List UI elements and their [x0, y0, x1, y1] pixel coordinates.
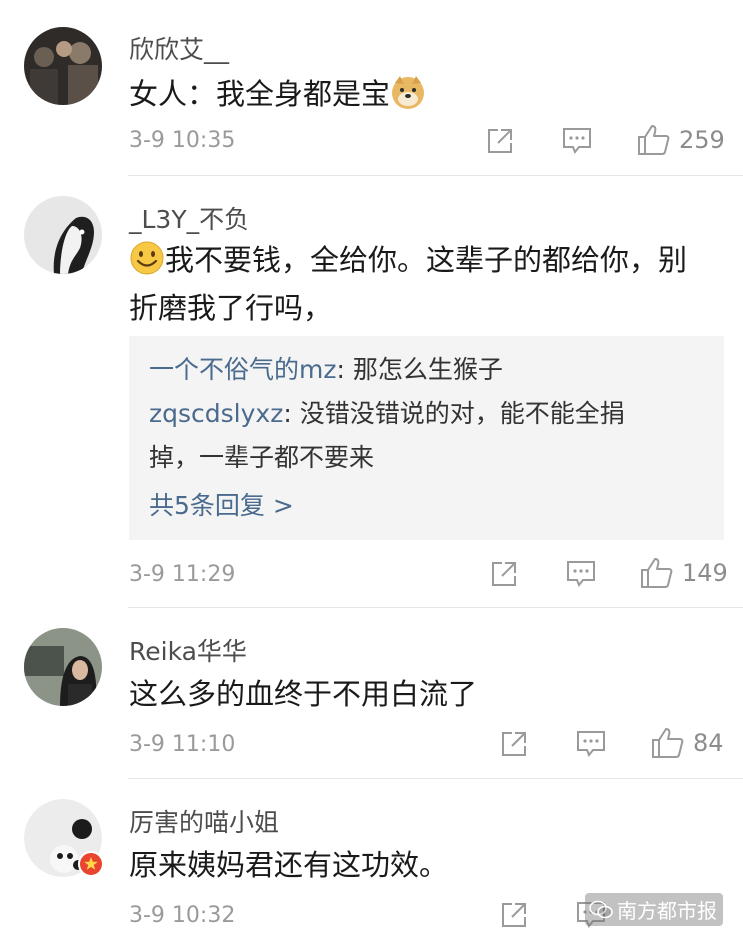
share-icon	[502, 903, 526, 927]
share-button[interactable]	[485, 126, 515, 156]
share-icon	[488, 129, 512, 153]
avatar[interactable]	[24, 27, 102, 105]
username[interactable]: 厉害的喵小姐	[129, 803, 279, 839]
reply-item[interactable]: 一个不俗气的mz: 那怎么生猴子	[149, 348, 704, 392]
comment-text-content: 女人：我全身都是宝	[129, 77, 391, 111]
share-button[interactable]	[499, 900, 529, 930]
reply-item[interactable]: zqscdslyxz: 没错没错说的对，能不能全捐 掉，一辈子都不要来	[149, 392, 704, 480]
reply-thread[interactable]: 一个不俗气的mz: 那怎么生猴子 zqscdslyxz: 没错没错说的对，能不能…	[129, 336, 724, 540]
comment-time: 3-9 10:35	[129, 128, 236, 153]
username[interactable]: Reika华华	[129, 632, 247, 668]
username[interactable]: 欣欣艾__	[129, 30, 229, 66]
avatar[interactable]	[24, 799, 104, 877]
comment-time: 3-9 11:10	[129, 732, 236, 757]
reply-username[interactable]: zqscdslyxz	[149, 399, 283, 428]
reply-text: 那怎么生猴子	[352, 355, 503, 384]
avatar[interactable]	[24, 628, 102, 706]
reply-separator: :	[283, 399, 300, 428]
comment-item: 欣欣艾__ 女人：我全身都是宝 3-9 10:35 259	[0, 0, 743, 175]
comment-icon	[563, 128, 591, 154]
reply-button[interactable]	[561, 126, 593, 156]
comment-text-line: 我不要钱，全给你。这辈子的都给你，别	[129, 236, 724, 284]
reply-button[interactable]	[575, 729, 607, 759]
smile-emoji-icon	[130, 241, 164, 275]
comment-text: 这么多的血终于不用白流了	[129, 670, 724, 718]
more-replies-link[interactable]: 共5条回复 >	[149, 484, 704, 528]
reply-button[interactable]	[565, 559, 597, 589]
reply-separator: :	[336, 355, 353, 384]
verified-badge-icon	[78, 851, 104, 877]
comment-text-content: 原来姨妈君还有这功效。	[129, 848, 449, 882]
avatar[interactable]	[24, 196, 102, 274]
like-count: 149	[682, 559, 728, 587]
user-avatar-dog-icon	[24, 196, 102, 274]
comment-item: Reika华华 这么多的血终于不用白流了 3-9 11:10 84	[0, 608, 743, 778]
share-icon	[502, 732, 526, 756]
watermark-text: 南方都市报	[617, 899, 717, 923]
reply-username[interactable]: 一个不俗气的mz	[149, 355, 336, 384]
thumbs-up-icon	[641, 558, 673, 588]
comment-text-content: 这么多的血终于不用白流了	[129, 677, 478, 711]
comment-text-content: 我不要钱，全给你。这辈子的都给你，别	[165, 243, 688, 277]
share-icon	[492, 562, 516, 586]
wechat-icon	[589, 900, 613, 918]
comment-text: 原来姨妈君还有这功效。	[129, 841, 724, 889]
share-button[interactable]	[499, 729, 529, 759]
user-avatar-group-photo-icon	[24, 27, 102, 105]
comment-icon	[567, 561, 595, 587]
comment-text-line: 折磨我了行吗，	[129, 291, 333, 325]
comment-icon	[577, 731, 605, 757]
share-button[interactable]	[489, 559, 519, 589]
user-avatar-woman-icon	[24, 628, 102, 706]
thumbs-up-icon	[652, 728, 684, 758]
comment-text: 女人：我全身都是宝	[129, 70, 724, 118]
username[interactable]: _L3Y_不负	[129, 200, 249, 236]
like-button[interactable]: 84	[651, 727, 724, 759]
comment-text: 我不要钱，全给你。这辈子的都给你，别 折磨我了行吗，	[129, 236, 724, 332]
like-button[interactable]: 259	[637, 124, 725, 156]
reply-text: 没错没错说的对，能不能全捐	[299, 399, 625, 428]
watermark: 南方都市报	[585, 893, 723, 926]
comment-time: 3-9 11:29	[129, 562, 236, 587]
doge-emoji-icon	[392, 76, 425, 109]
like-count: 84	[693, 729, 724, 757]
thumbs-up-icon	[638, 125, 670, 155]
comment-time: 3-9 10:32	[129, 903, 236, 928]
like-button[interactable]: 149	[640, 557, 728, 589]
reply-text-line: 掉，一辈子都不要来	[149, 443, 375, 472]
comment-item: _L3Y_不负 我不要钱，全给你。这辈子的都给你，别 折磨我了行吗， 一个不俗气…	[0, 176, 743, 606]
like-count: 259	[679, 126, 725, 154]
